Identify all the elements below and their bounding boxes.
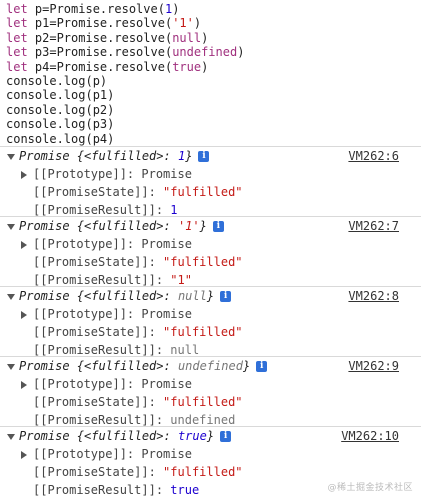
promise-state-row: [[PromiseState]]: "fulfilled" bbox=[33, 185, 243, 199]
info-icon[interactable]: i bbox=[198, 151, 210, 162]
expand-triangle-icon[interactable] bbox=[7, 223, 15, 230]
code-line[interactable]: let p4=Promise.resolve(true) bbox=[6, 60, 421, 74]
promise-state-row: [[PromiseState]]: "fulfilled" bbox=[33, 255, 243, 269]
promise-state-row: [[PromiseState]]: "fulfilled" bbox=[33, 465, 243, 479]
promise-summary: Promise {<fulfilled>: true} bbox=[19, 429, 215, 443]
console-log-entry: Promise {<fulfilled>: null} i VM262:8 [[Pr… bbox=[0, 286, 421, 359]
prototype-row[interactable]: [[Prototype]]: Promise bbox=[0, 165, 421, 183]
collapse-triangle-icon[interactable] bbox=[21, 450, 27, 459]
source-link[interactable]: VM262:6 bbox=[348, 147, 399, 165]
code-line[interactable]: let p1=Promise.resolve('1') bbox=[6, 16, 421, 30]
code-line[interactable]: console.log(p) bbox=[6, 74, 421, 88]
promise-summary-toggle[interactable]: Promise {<fulfilled>: 1} i VM262:6 bbox=[0, 147, 421, 165]
prototype-row[interactable]: [[Prototype]]: Promise bbox=[0, 305, 421, 323]
promise-state-row: [[PromiseState]]: "fulfilled" bbox=[33, 325, 243, 339]
info-icon[interactable]: i bbox=[256, 361, 268, 372]
code-line[interactable]: let p=Promise.resolve(1) bbox=[6, 2, 421, 16]
watermark: @稀土掘金技术社区 bbox=[327, 483, 413, 493]
console-log-entry: Promise {<fulfilled>: 1} i VM262:6 [[Proto… bbox=[0, 146, 421, 219]
prototype-row[interactable]: [[Prototype]]: Promise bbox=[0, 445, 421, 463]
promise-summary: Promise {<fulfilled>: 1} bbox=[19, 149, 193, 163]
collapse-triangle-icon[interactable] bbox=[21, 240, 27, 249]
promise-summary-toggle[interactable]: Promise {<fulfilled>: undefined} i VM262:9 bbox=[0, 357, 421, 375]
collapse-triangle-icon[interactable] bbox=[21, 310, 27, 319]
code-line[interactable]: console.log(p1) bbox=[6, 88, 421, 102]
promise-summary: Promise {<fulfilled>: undefined} bbox=[19, 359, 251, 373]
code-line[interactable]: let p3=Promise.resolve(undefined) bbox=[6, 45, 421, 59]
info-icon[interactable]: i bbox=[220, 431, 232, 442]
promise-summary-toggle[interactable]: Promise {<fulfilled>: '1'} i VM262:7 bbox=[0, 217, 421, 235]
source-link[interactable]: VM262:8 bbox=[348, 287, 399, 305]
promise-summary: Promise {<fulfilled>: null} bbox=[19, 289, 215, 303]
source-link[interactable]: VM262:10 bbox=[341, 427, 399, 445]
code-line[interactable]: console.log(p2) bbox=[6, 103, 421, 117]
prototype-row[interactable]: [[Prototype]]: Promise bbox=[0, 235, 421, 253]
code-line[interactable]: let p2=Promise.resolve(null) bbox=[6, 31, 421, 45]
expand-triangle-icon[interactable] bbox=[7, 293, 15, 300]
info-icon[interactable]: i bbox=[220, 291, 232, 302]
expand-triangle-icon[interactable] bbox=[7, 363, 15, 370]
code-line[interactable]: console.log(p4) bbox=[6, 132, 421, 146]
promise-summary-toggle[interactable]: Promise {<fulfilled>: null} i VM262:8 bbox=[0, 287, 421, 305]
console-log-entry: Promise {<fulfilled>: undefined} i VM262:9… bbox=[0, 356, 421, 429]
collapse-triangle-icon[interactable] bbox=[21, 380, 27, 389]
source-link[interactable]: VM262:9 bbox=[348, 357, 399, 375]
promise-summary: Promise {<fulfilled>: '1'} bbox=[19, 219, 207, 233]
code-block: let p=Promise.resolve(1) let p1=Promise.… bbox=[0, 0, 421, 146]
source-link[interactable]: VM262:7 bbox=[348, 217, 399, 235]
promise-state-row: [[PromiseState]]: "fulfilled" bbox=[33, 395, 243, 409]
code-line[interactable]: console.log(p3) bbox=[6, 117, 421, 131]
console-log-entry: Promise {<fulfilled>: '1'} i VM262:7 [[Pro… bbox=[0, 216, 421, 289]
prototype-row[interactable]: [[Prototype]]: Promise bbox=[0, 375, 421, 393]
promise-summary-toggle[interactable]: Promise {<fulfilled>: true} i VM262:10 bbox=[0, 427, 421, 445]
info-icon[interactable]: i bbox=[212, 221, 224, 232]
collapse-triangle-icon[interactable] bbox=[21, 170, 27, 179]
expand-triangle-icon[interactable] bbox=[7, 153, 15, 160]
expand-triangle-icon[interactable] bbox=[7, 433, 15, 440]
